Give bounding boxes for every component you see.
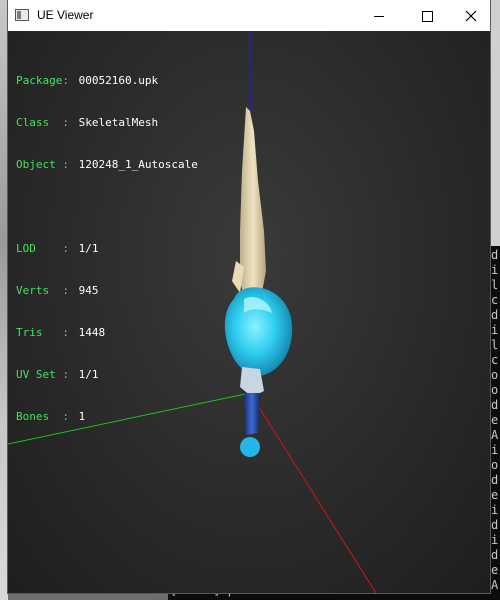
info-lod: LOD : 1/1 <box>16 242 99 255</box>
3d-viewport[interactable]: Package: 00052160.upk Class : SkeletalMe… <box>8 31 490 593</box>
console-char: i <box>491 533 499 547</box>
console-char: e <box>491 563 499 577</box>
window-title: UE Viewer <box>37 8 94 22</box>
console-char: l <box>491 278 499 292</box>
desktop-background-left <box>0 0 8 600</box>
grip-end-mesh <box>240 437 260 457</box>
info-class: Class : SkeletalMesh <box>16 116 159 129</box>
maximize-button[interactable] <box>399 0 445 31</box>
close-icon <box>465 10 477 22</box>
console-char: l <box>491 338 499 352</box>
console-char: d <box>491 398 499 412</box>
mesh-info-panel: Package: 00052160.upk Class : SkeletalMe… <box>16 46 198 452</box>
console-char: d <box>491 473 499 487</box>
grip-mesh <box>244 393 260 435</box>
info-uvset: UV Set : 1/1 <box>16 368 99 381</box>
x-axis-line <box>249 392 377 593</box>
info-bones: Bones : 1 <box>16 410 86 423</box>
console-char: d <box>491 518 499 532</box>
info-verts: Verts : 945 <box>16 284 99 297</box>
ue-viewer-window[interactable]: UE Viewer Package: 00052160.upk Class: … <box>8 0 490 593</box>
close-button[interactable] <box>444 0 490 31</box>
blade-mesh <box>240 107 266 306</box>
console-char: e <box>491 413 499 427</box>
console-char: e <box>491 488 499 502</box>
title-bar[interactable]: UE Viewer <box>8 0 490 31</box>
console-char: d <box>491 548 499 562</box>
console-char: i <box>491 503 499 517</box>
console-char: i <box>491 443 499 457</box>
pommel-mesh <box>240 367 264 397</box>
console-char: i <box>491 263 499 277</box>
console-char: c <box>491 353 499 367</box>
console-char: o <box>491 368 499 382</box>
console-char: d <box>491 308 499 322</box>
console-char: i <box>491 323 499 337</box>
console-char: d <box>491 248 499 262</box>
window-icon <box>15 9 29 21</box>
info-package: Package: 00052160.upk <box>16 74 159 87</box>
console-char: o <box>491 383 499 397</box>
info-tris: Tris : 1448 <box>16 326 106 339</box>
console-char: o <box>491 458 499 472</box>
console-char: c <box>491 293 499 307</box>
info-object: Object : 120248_1_Autoscale <box>16 158 198 171</box>
minimize-button[interactable] <box>351 0 397 31</box>
console-char: A <box>491 428 499 442</box>
